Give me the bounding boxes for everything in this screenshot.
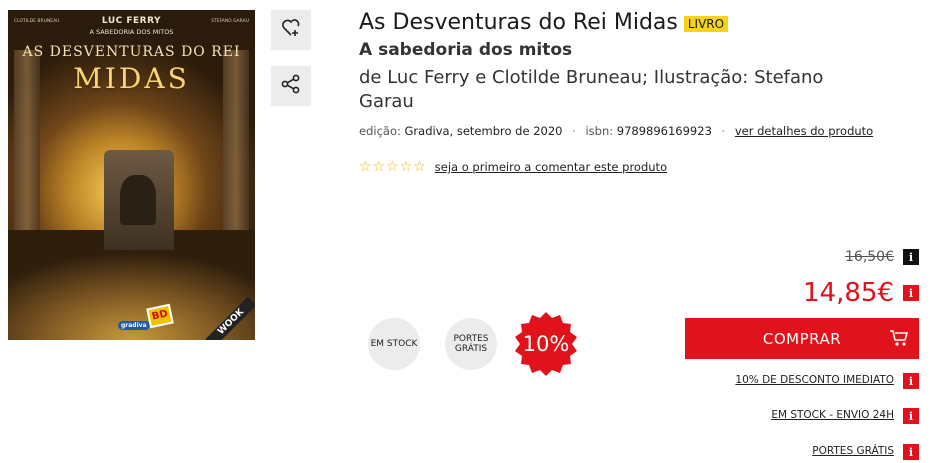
product-title: As Desventuras do Rei Midas	[359, 10, 678, 35]
info-icon[interactable]: i	[903, 285, 919, 301]
discount-value: 10%	[522, 332, 570, 356]
cover-author: LUC FERRY	[101, 16, 162, 26]
share-icon	[281, 74, 301, 98]
perk-discount-link[interactable]: 10% DE DESCONTO IMEDIATO	[735, 374, 894, 386]
rating-stars[interactable]: ☆☆☆☆☆	[359, 159, 427, 175]
cover-publisher-logo: gradiva	[118, 321, 150, 330]
cover-subtitle: A SABEDORIA DOS MITOS	[89, 28, 174, 36]
title-row: As Desventuras do Rei Midas LIVRO	[359, 10, 729, 35]
isbn-label: isbn:	[585, 124, 614, 138]
product-authors[interactable]: de Luc Ferry e Clotilde Bruneau; Ilustra…	[359, 66, 879, 114]
in-stock-badge: EM STOCK	[368, 318, 420, 370]
review-link[interactable]: seja o primeiro a comentar este produto	[435, 160, 667, 174]
product-type-badge: LIVRO	[683, 16, 729, 32]
cover-king-figure	[120, 175, 156, 225]
details-link[interactable]: ver detalhes do produto	[735, 124, 873, 138]
rating-row: ☆☆☆☆☆ seja o primeiro a comentar este pr…	[359, 159, 667, 175]
isbn-value: 9789896169923	[616, 124, 712, 138]
book-cover-image[interactable]: CLOTILDE BRUNEAU STEFANO GARAU LUC FERRY…	[8, 10, 255, 340]
product-meta: edição: Gradiva, setembro de 2020 · isbn…	[359, 124, 873, 138]
heart-plus-icon	[281, 19, 301, 41]
share-button[interactable]	[271, 66, 311, 106]
edition-label: edição:	[359, 124, 401, 138]
info-icon[interactable]: i	[903, 444, 919, 460]
perk-stock-link[interactable]: EM STOCK - ENVIO 24H	[771, 409, 894, 421]
meta-separator: ·	[721, 124, 726, 138]
cover-title-line2: MIDAS	[73, 62, 190, 95]
buy-button[interactable]: COMPRAR	[685, 318, 919, 359]
info-icon[interactable]: i	[903, 408, 919, 424]
info-icon[interactable]: i	[903, 373, 919, 389]
free-shipping-badge: PORTES GRÁTIS	[445, 318, 497, 370]
edition-value: Gradiva, setembro de 2020	[404, 124, 563, 138]
cover-title-line1: AS DESVENTURAS DO REI	[22, 44, 241, 60]
cart-icon	[889, 329, 909, 351]
discount-badge: 10%	[513, 311, 579, 377]
perk-shipping-link[interactable]: PORTES GRÁTIS	[812, 445, 894, 457]
old-price: 16,50€	[845, 249, 894, 265]
product-subtitle: A sabedoria dos mitos	[359, 40, 573, 60]
info-icon[interactable]: i	[903, 249, 919, 265]
meta-separator: ·	[572, 124, 576, 138]
buy-button-label: COMPRAR	[762, 329, 842, 348]
add-to-wishlist-button[interactable]	[271, 10, 311, 50]
current-price: 14,85€	[803, 278, 894, 308]
